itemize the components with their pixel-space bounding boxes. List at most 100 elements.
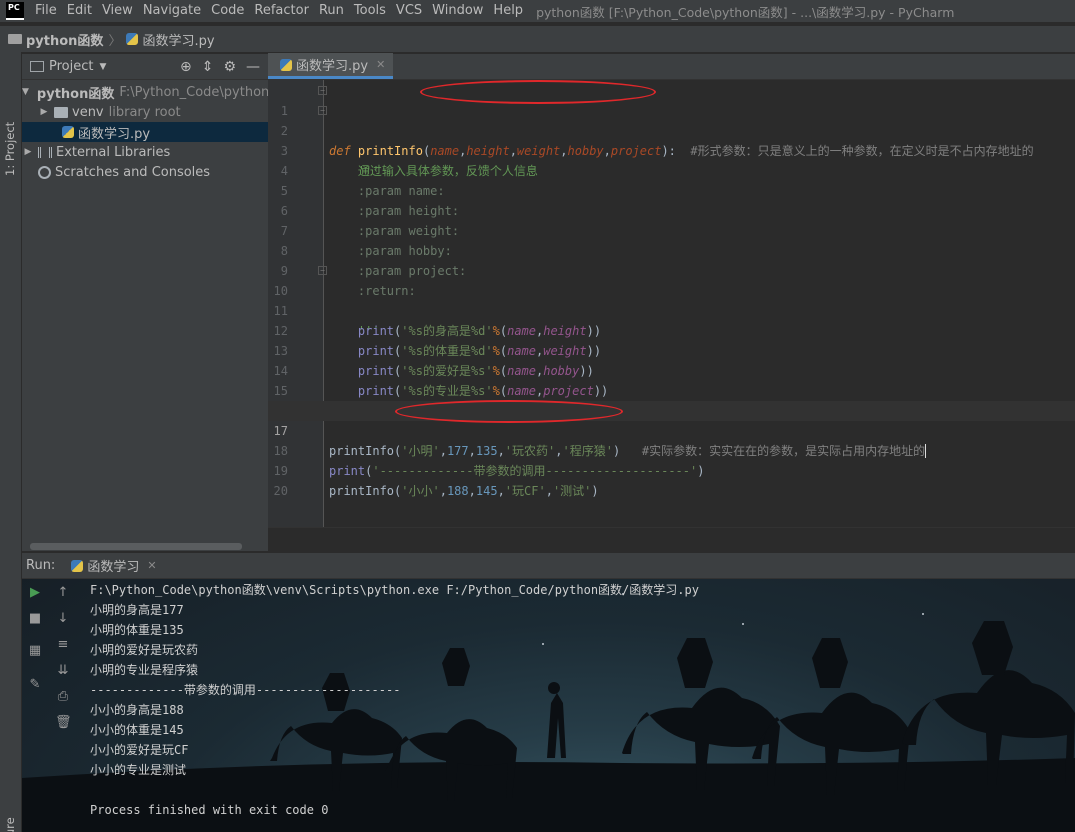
run-toolbar: ▶ ↑ ■ ↓ ≡ ▦ ⇊ ✎ ⎙ 🗑 <box>22 579 76 832</box>
menu-window[interactable]: Window <box>427 0 488 22</box>
menu-file[interactable]: File <box>30 0 62 22</box>
tree-venv-note: library root <box>108 104 181 120</box>
code-area[interactable]: 1 − def printInfo(name,height,weight,hob… <box>268 81 1075 498</box>
editor-tab-active[interactable]: 函数学习.py ✕ <box>268 53 394 79</box>
menu-run[interactable]: Run <box>314 0 349 22</box>
gear-icon[interactable]: ⚙ <box>223 59 236 75</box>
locate-icon[interactable]: ⊕ <box>180 59 192 75</box>
project-tool-label: 1: Project <box>3 121 17 176</box>
breadcrumb-file[interactable]: 函数学习.py <box>142 30 214 49</box>
tree-item-external-libraries[interactable]: ▶ External Libraries <box>22 142 268 162</box>
project-icon <box>30 61 44 72</box>
tree-item-scratches[interactable]: Scratches and Consoles <box>22 162 268 182</box>
up-arrow-icon[interactable]: ↑ <box>55 585 71 601</box>
console-output[interactable]: F:\Python_Code\python函数\venv\Scripts\pyt… <box>90 580 699 820</box>
python-file-icon <box>71 559 84 572</box>
editor-horizontal-scroll-area <box>268 527 1075 551</box>
layout-icon[interactable]: ▦ <box>27 643 43 659</box>
project-horizontal-scrollbar[interactable] <box>30 543 242 550</box>
project-panel-header: Project ▼ ⊕ ⇕ ⚙ — <box>22 54 268 80</box>
code-line: 16 <box>268 381 1075 418</box>
hide-icon[interactable]: — <box>246 59 260 75</box>
code-line: 12 print('%s的体重是%d'%(name,weight)) <box>268 301 1075 358</box>
code-line: 3 通过输入具体参数，反馈个人信息 <box>268 121 1075 178</box>
code-line: 2 − ''' <box>268 101 1075 178</box>
project-tool-button[interactable]: 1: Project <box>3 112 19 178</box>
close-icon[interactable]: ✕ <box>376 58 385 71</box>
run-tab[interactable]: 函数学习 ✕ <box>71 556 157 575</box>
annotation-ellipse-params <box>420 80 656 104</box>
library-icon <box>38 146 52 158</box>
down-arrow-icon[interactable]: ↓ <box>55 611 71 627</box>
expand-arrow-icon[interactable]: ▶ <box>22 147 34 157</box>
tool-window-strip: 1: Project cture <box>0 52 22 832</box>
expand-arrow-icon[interactable]: ▶ <box>38 107 50 117</box>
run-label: Run: <box>26 558 56 573</box>
pycharm-logo-icon: PC <box>6 2 24 20</box>
fold-icon[interactable]: − <box>318 106 327 115</box>
tree-scratches-label: Scratches and Consoles <box>55 164 211 180</box>
console-line: 小小的身高是188 <box>90 703 184 717</box>
menu-navigate[interactable]: Navigate <box>138 0 206 22</box>
code-line: 13 print('%s的爱好是%s'%(name,hobby)) <box>268 321 1075 378</box>
console-line: 小明的体重是135 <box>90 623 184 637</box>
tree-root-name: python函数 <box>36 86 115 102</box>
menu-code[interactable]: Code <box>206 0 249 22</box>
run-icon[interactable]: ▶ <box>27 585 43 601</box>
console-line: 小小的爱好是玩CF <box>90 743 189 757</box>
code-editor: 函数学习.py ✕ 1 − def printInfo(name,height,… <box>268 53 1075 551</box>
stop-icon[interactable]: ■ <box>27 611 43 627</box>
code-line: 14 print('%s的专业是%s'%(name,project)) <box>268 341 1075 398</box>
code-line: 11 print('%s的身高是%d'%(name,height)) <box>268 281 1075 338</box>
menu-edit[interactable]: Edit <box>62 0 97 22</box>
code-line: 10 − ''' <box>268 261 1075 338</box>
python-file-icon <box>62 126 74 138</box>
line-number: 20 <box>273 484 288 498</box>
code-line: 20 <box>268 461 1075 498</box>
python-file-icon <box>280 58 292 71</box>
menu-tools[interactable]: Tools <box>349 0 391 22</box>
menu-vcs[interactable]: VCS <box>391 0 427 22</box>
menu-refactor[interactable]: Refactor <box>249 0 314 22</box>
project-panel-title[interactable]: Project <box>49 59 93 74</box>
console-line: Process finished with exit code 0 <box>90 803 329 817</box>
menu-help[interactable]: Help <box>488 0 528 22</box>
console-line: 小明的专业是程序猿 <box>90 663 199 677</box>
breadcrumb: python函数 〉 函数学习.py <box>0 26 1075 52</box>
menu-view[interactable]: View <box>97 0 138 22</box>
trash-icon[interactable]: 🗑 <box>55 715 72 731</box>
tree-item-file[interactable]: 函数学习.py <box>22 122 268 142</box>
run-tab-label: 函数学习 <box>87 560 140 575</box>
print-icon[interactable]: ⎙ <box>55 689 71 705</box>
breadcrumb-project[interactable]: python函数 <box>26 30 103 49</box>
chevron-down-icon[interactable]: ▼ <box>99 62 106 72</box>
collapse-icon[interactable]: ⇕ <box>202 59 214 75</box>
close-icon[interactable]: ✕ <box>147 559 156 572</box>
code-line: 7 :param hobby: <box>268 201 1075 258</box>
scroll-to-end-icon[interactable]: ⇊ <box>55 663 71 679</box>
tree-item-root[interactable]: ▼ python函数 F:\Python_Code\python <box>22 82 269 102</box>
console-line: 小小的专业是测试 <box>90 763 187 777</box>
tree-venv-name: venv <box>72 104 104 120</box>
menu-bar: PC File Edit View Navigate Code Refactor… <box>0 0 1075 22</box>
code-line: 9 :return: <box>268 241 1075 298</box>
project-panel-tools: ⊕ ⇕ ⚙ — <box>180 59 260 75</box>
python-file-icon <box>126 33 139 45</box>
editor-tabbar: 函数学习.py ✕ <box>268 53 1075 80</box>
code-line: 1 − def printInfo(name,height,weight,hob… <box>268 81 1075 158</box>
fold-icon[interactable]: − <box>318 266 327 275</box>
tree-item-venv[interactable]: ▶ venv library root <box>22 102 268 122</box>
expand-arrow-icon[interactable]: ▼ <box>22 87 29 97</box>
structure-tool-button[interactable]: cture <box>3 817 17 832</box>
tree-file-name: 函数学习.py <box>78 126 151 142</box>
chevron-right-icon: 〉 <box>108 33 122 49</box>
soft-wrap-icon[interactable]: ≡ <box>55 637 71 653</box>
annotation-ellipse-args <box>395 400 623 423</box>
code-line: 15 pass <box>268 361 1075 418</box>
fold-icon[interactable]: − <box>318 86 327 95</box>
code-text: printInfo('小小',188,145,'玩CF','测试') <box>329 484 599 498</box>
folder-icon <box>54 106 68 118</box>
scratches-icon <box>38 165 51 179</box>
pin-icon[interactable]: ✎ <box>27 677 43 693</box>
run-panel: Run: 函数学习 ✕ ▶ ↑ ■ ↓ ≡ ▦ ⇊ ✎ ⎙ 🗑 F:\Pytho… <box>22 553 1075 832</box>
